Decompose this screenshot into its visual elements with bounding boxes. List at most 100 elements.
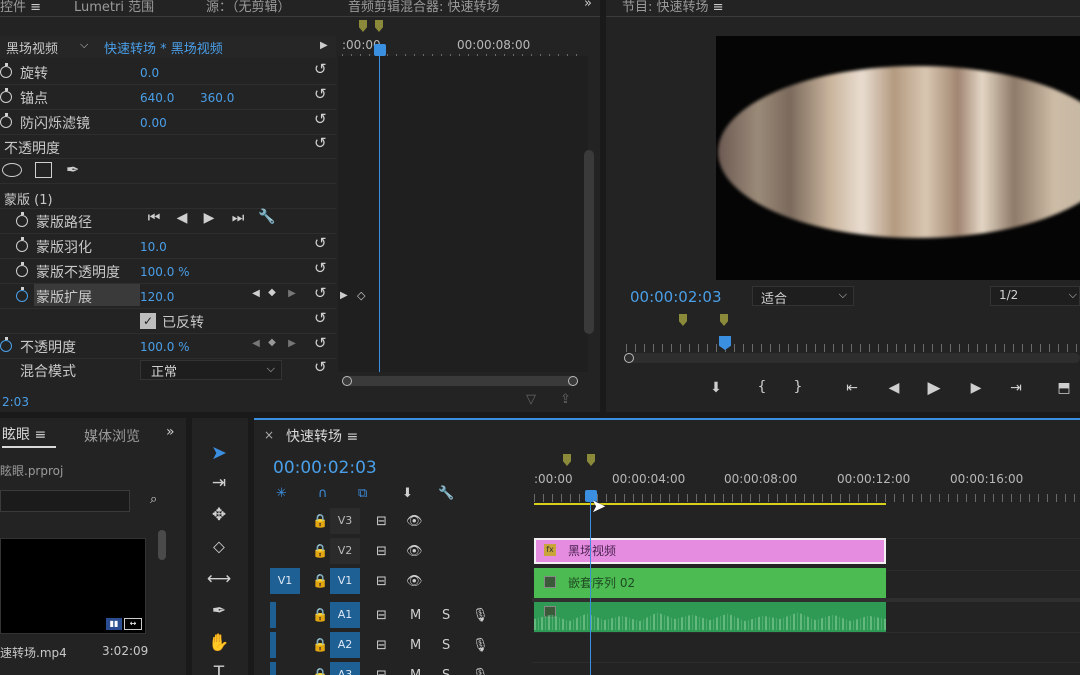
export-icon[interactable]: ⇪	[560, 392, 571, 407]
track-label-v3[interactable]: V3	[330, 508, 360, 534]
sequence-clip-name[interactable]: 快速转场 * 黑场视频	[104, 38, 223, 57]
keyframe-icon[interactable]: ◇	[357, 289, 365, 302]
step-back-icon[interactable]: ◀	[882, 380, 906, 396]
lock-icon[interactable]: 🔒	[312, 514, 328, 529]
hand-tool-icon[interactable]: ✋	[204, 630, 234, 656]
add-marker-icon[interactable]: ⬇	[402, 486, 413, 501]
new-search-bin-icon[interactable]: ⌕	[150, 492, 157, 507]
mute-button[interactable]: M	[410, 668, 421, 675]
lock-icon[interactable]: 🔒	[312, 608, 328, 623]
mark-in-icon[interactable]: {	[750, 379, 774, 395]
stopwatch-icon[interactable]	[0, 113, 12, 128]
keyframe-icon[interactable]: ▶	[340, 290, 348, 301]
marker-icon[interactable]	[587, 454, 595, 466]
lock-icon[interactable]: 🔒	[312, 668, 328, 675]
track-label-a3[interactable]: A3	[330, 662, 360, 675]
work-area-bar[interactable]	[534, 503, 886, 505]
tab-effect-controls[interactable]: 控件 ≡	[0, 0, 41, 15]
stopwatch-icon[interactable]	[0, 337, 12, 352]
marker-icon[interactable]	[359, 20, 367, 32]
pen-tool-icon[interactable]: ✒	[204, 598, 234, 624]
solo-button[interactable]: S	[442, 668, 450, 675]
stopwatch-icon[interactable]	[0, 63, 12, 78]
chevron-down-icon[interactable]: ⌵	[80, 38, 88, 52]
reset-icon[interactable]: ↺	[314, 336, 328, 351]
inverted-checkbox[interactable]: ✓	[140, 313, 156, 329]
reset-icon[interactable]: ↺	[314, 62, 328, 77]
reset-icon[interactable]: ↺	[314, 236, 328, 251]
solo-button[interactable]: S	[442, 608, 450, 623]
tab-source[interactable]: 源：（无剪辑）	[206, 0, 291, 15]
anchor-x-value[interactable]: 640.0	[140, 91, 174, 105]
reset-icon[interactable]: ↺	[314, 311, 328, 326]
sync-lock-icon[interactable]: ⊟	[376, 514, 387, 529]
microphone-icon[interactable]: 🎙	[472, 668, 489, 675]
track-select-tool-icon[interactable]: ⇥	[204, 470, 234, 496]
mask-opacity-value[interactable]: 100.0 %	[140, 265, 190, 279]
track-label-a1[interactable]: A1	[330, 602, 360, 628]
play-icon[interactable]: ▶	[922, 378, 946, 398]
mark-out-icon[interactable]: }	[786, 379, 810, 395]
program-monitor-title[interactable]: 节目: 快速转场 ≡	[622, 0, 724, 15]
opacity-group-label[interactable]: 不透明度	[4, 138, 60, 158]
reset-icon[interactable]: ↺	[314, 112, 328, 127]
step-backward-icon[interactable]: ◀	[170, 210, 194, 226]
clip-v1[interactable]: 嵌套序列 02	[534, 568, 886, 598]
microphone-icon[interactable]: 🎙	[472, 608, 489, 623]
mute-button[interactable]: M	[410, 638, 421, 653]
stopwatch-icon[interactable]	[16, 287, 28, 302]
sync-lock-icon[interactable]: ⊟	[376, 668, 387, 675]
clip-name[interactable]: 速转场.mp4	[0, 644, 67, 661]
add-marker-icon[interactable]: ⬇	[704, 380, 728, 396]
blend-mode-dropdown[interactable]: 正常 ⌵	[140, 360, 282, 380]
play-only-audio-icon[interactable]: ▶	[320, 40, 328, 51]
ec-zoom-scrollbar[interactable]	[342, 376, 578, 386]
marker-icon[interactable]	[375, 20, 383, 32]
source-patch-a1[interactable]	[270, 602, 276, 628]
snap-icon[interactable]: ∩	[318, 486, 328, 501]
sync-lock-icon[interactable]: ⊟	[376, 638, 387, 653]
eye-icon[interactable]: 👁	[406, 514, 423, 529]
track-backward-icon[interactable]: ⏮	[142, 210, 166, 226]
next-keyframe-icon[interactable]: ▶	[280, 288, 304, 299]
type-tool-icon[interactable]: T	[204, 660, 234, 675]
stopwatch-icon[interactable]	[16, 212, 28, 227]
sync-lock-icon[interactable]: ⊟	[376, 544, 387, 559]
rotation-value[interactable]: 0.0	[140, 66, 159, 80]
source-patch-v1[interactable]: V1	[270, 568, 300, 594]
timeline-tab-title[interactable]: 快速转场 ≡	[286, 426, 358, 446]
ec-playhead-handle[interactable]	[374, 44, 386, 56]
tab-media-browser[interactable]: 媒体浏览	[84, 426, 140, 446]
razor-tool-icon[interactable]: ⬦	[204, 534, 234, 560]
mask-feather-value[interactable]: 10.0	[140, 240, 167, 254]
ellipse-mask-icon[interactable]	[2, 163, 22, 177]
stopwatch-icon[interactable]	[16, 237, 28, 252]
wrench-icon[interactable]: 🔧	[438, 486, 454, 501]
track-label-a2[interactable]: A2	[330, 632, 360, 658]
track-forward-icon[interactable]: ⏭	[226, 210, 250, 226]
stopwatch-icon[interactable]	[16, 262, 28, 277]
slip-tool-icon[interactable]: ⟷	[204, 566, 234, 592]
reset-icon[interactable]: ↺	[314, 136, 328, 151]
ripple-edit-tool-icon[interactable]: ✥	[204, 502, 234, 528]
clip-a1[interactable]	[534, 602, 886, 632]
timeline-timecode[interactable]: 00:00:02:03	[273, 458, 377, 478]
mute-button[interactable]: M	[410, 608, 421, 623]
wrench-icon[interactable]: 🔧	[255, 209, 279, 225]
ec-current-time[interactable]: 2:03	[2, 395, 29, 409]
filter-icon[interactable]: ▽	[526, 392, 536, 407]
mask-expansion-value[interactable]: 120.0	[140, 290, 174, 304]
step-forward-icon[interactable]: ▶	[197, 210, 221, 226]
panel-overflow-icon[interactable]: »	[584, 0, 592, 11]
go-to-in-icon[interactable]: ⇤	[840, 380, 864, 396]
rectangle-mask-icon[interactable]	[35, 162, 52, 178]
reset-icon[interactable]: ↺	[314, 286, 328, 301]
source-patch-a3[interactable]	[270, 662, 276, 675]
step-forward-icon[interactable]: ▶	[964, 380, 988, 396]
track-label-v2[interactable]: V2	[330, 538, 360, 564]
reset-icon[interactable]: ↺	[314, 87, 328, 102]
project-scrollbar[interactable]	[158, 530, 166, 560]
anti-flicker-value[interactable]: 0.00	[140, 116, 167, 130]
reset-icon[interactable]: ↺	[314, 360, 328, 375]
next-keyframe-icon[interactable]: ▶	[280, 338, 304, 349]
